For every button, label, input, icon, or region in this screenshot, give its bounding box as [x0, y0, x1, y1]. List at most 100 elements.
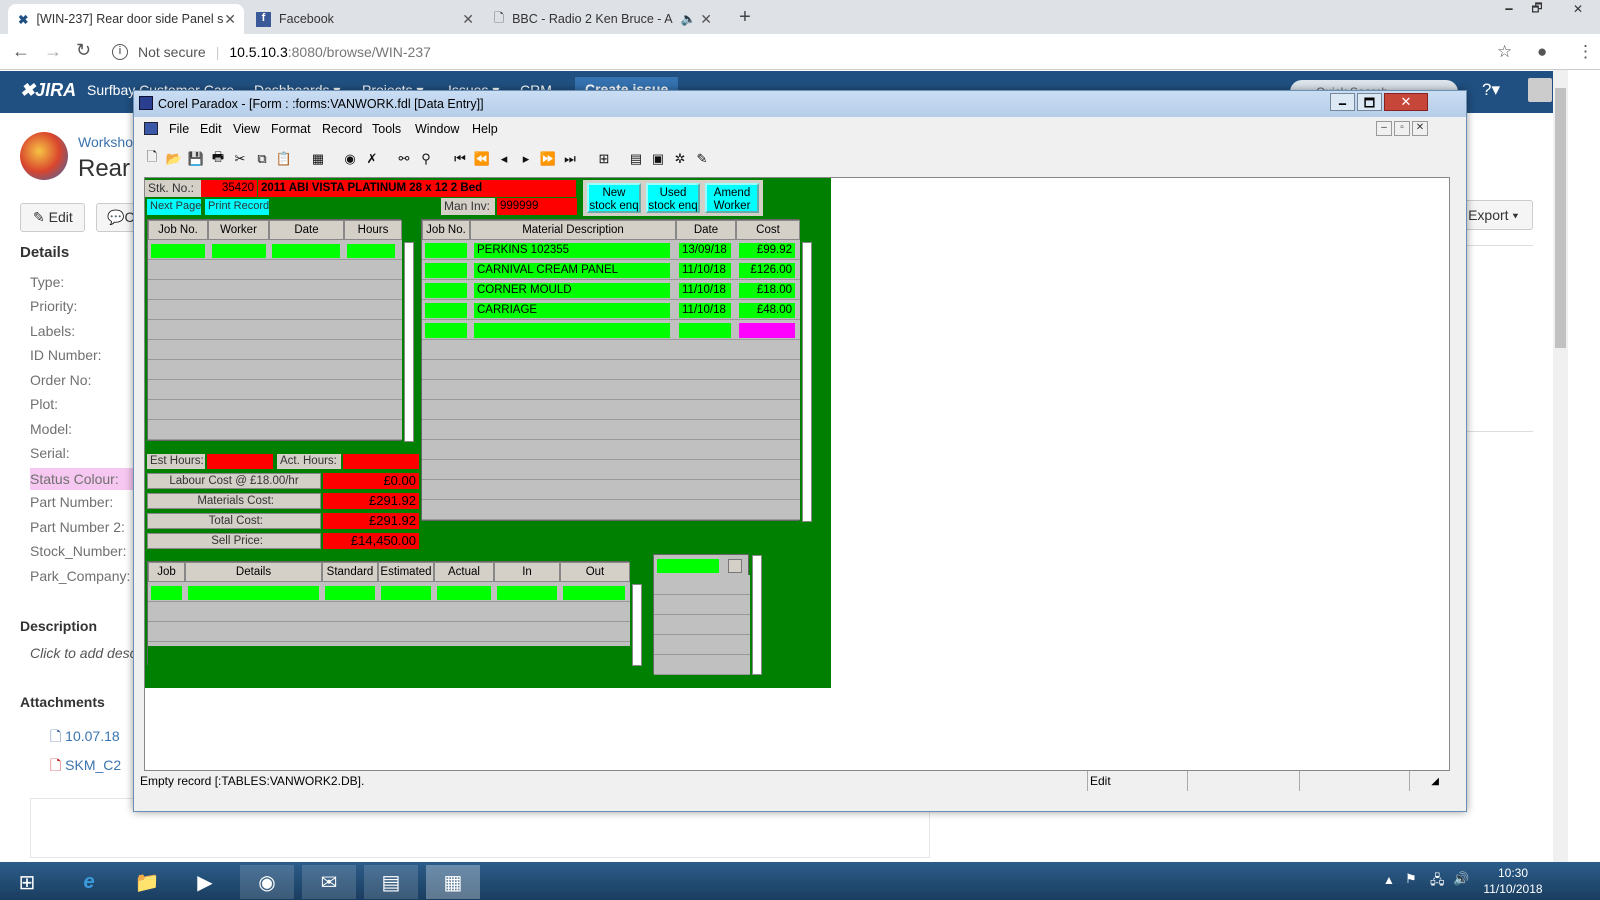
material-date-cell[interactable]: 11/10/18 [679, 263, 731, 278]
paradox-taskbar-icon[interactable]: ▦ [426, 865, 480, 899]
tab-jira[interactable]: ✖ [WIN-237] Rear door side Panel s ✕ [8, 4, 244, 34]
scrollbar-thumb[interactable] [1555, 88, 1566, 348]
first-record-icon[interactable]: ⏮ [450, 149, 470, 169]
minimize-button[interactable]: 🗕 [1330, 93, 1355, 111]
job-standard-input[interactable] [325, 586, 375, 600]
close-button[interactable]: ✕ [1384, 93, 1428, 111]
previous-set-icon[interactable]: ⏪ [472, 149, 492, 169]
attachment-pdf[interactable]: 🗋 SKM_C2 [50, 755, 121, 779]
job-estimated-input[interactable] [381, 586, 431, 600]
labour-scrollbar[interactable] [404, 242, 414, 442]
project-avatar[interactable] [20, 132, 68, 180]
menu-file[interactable]: File [169, 122, 189, 136]
labour-col-worker[interactable]: Worker [208, 220, 269, 240]
design-icon[interactable]: ▦ [308, 149, 328, 169]
close-tab-icon[interactable]: ✕ [224, 11, 236, 28]
omnibox[interactable]: i Not secure | 10.5.10.3:8080/browse/WIN… [112, 39, 1502, 65]
material-job-cell[interactable] [425, 243, 467, 258]
new-icon[interactable]: 🗋 [142, 149, 162, 169]
locate-next-icon[interactable]: ⚲ [416, 149, 436, 169]
copy-icon[interactable]: ⧉ [252, 149, 272, 169]
material-date-cell[interactable]: 11/10/18 [679, 283, 731, 298]
material-job-cell[interactable] [425, 303, 467, 318]
close-window-button[interactable]: ✕ [1560, 0, 1596, 18]
menu-edit[interactable]: Edit [200, 122, 222, 136]
query-icon[interactable]: ▣ [648, 149, 668, 169]
view-data-icon[interactable]: ◉ [340, 149, 360, 169]
child-close-button[interactable]: ✕ [1412, 121, 1428, 136]
material-desc-input[interactable] [474, 323, 670, 338]
filter-icon[interactable]: ⊞ [594, 149, 614, 169]
material-job-cell[interactable] [425, 283, 467, 298]
labour-col-date[interactable]: Date [269, 220, 344, 240]
media-player-icon[interactable]: ▶ [178, 865, 232, 899]
material-date-cell[interactable]: 11/10/18 [679, 303, 731, 318]
outlook-icon[interactable]: ✉ [302, 865, 356, 899]
experts-icon[interactable]: ✲ [670, 149, 690, 169]
menu-tools[interactable]: Tools [372, 122, 401, 136]
form-window-icon[interactable] [144, 122, 158, 135]
material-desc-cell[interactable]: CARNIVAL CREAM PANEL [474, 263, 670, 278]
locate-icon[interactable]: ⚯ [394, 149, 414, 169]
materials-scrollbar[interactable] [802, 242, 812, 522]
cut-icon[interactable]: ✂ [230, 149, 250, 169]
restore-button[interactable]: 🗗 [1524, 0, 1550, 18]
resize-grip-icon[interactable]: ◢ [1409, 771, 1439, 791]
job-col-details[interactable]: Details [185, 562, 322, 582]
material-col-date[interactable]: Date [676, 220, 736, 240]
menu-record[interactable]: Record [322, 122, 362, 136]
print-record-button[interactable]: Print Record [205, 199, 269, 215]
start-button-icon[interactable]: ⊞ [0, 865, 54, 899]
labour-worker-cell[interactable] [212, 244, 266, 258]
labour-date-cell[interactable] [272, 244, 340, 258]
vehicle-description-field[interactable]: 2011 ABI VISTA PLATINUM 28 x 12 2 Bed [258, 180, 576, 197]
new-stock-enq-button[interactable]: New stock enq [587, 183, 641, 213]
material-job-cell[interactable] [425, 263, 467, 278]
labour-cost-field[interactable]: £0.00 [323, 473, 419, 489]
side-scrollbar[interactable] [752, 555, 762, 675]
description-placeholder[interactable]: Click to add desc [30, 645, 137, 661]
material-cost-cell[interactable]: £48.00 [739, 303, 795, 318]
next-page-button[interactable]: Next Page [147, 199, 201, 215]
act-hours-field[interactable] [343, 454, 419, 469]
man-inv-field[interactable]: 999999 [497, 198, 577, 215]
help-icon[interactable]: ?▾ [1482, 80, 1500, 100]
side-checkbox[interactable] [728, 559, 742, 573]
project-link[interactable]: Worksho [78, 134, 133, 150]
back-icon[interactable]: ← [12, 41, 30, 62]
show-hidden-icons[interactable]: ▲ [1383, 873, 1395, 887]
job-actual-input[interactable] [437, 586, 491, 600]
stk-no-field[interactable]: 35420 [201, 180, 257, 197]
highlight-icon[interactable]: ✎ [692, 149, 712, 169]
material-col-job-no[interactable]: Job No. [422, 220, 470, 240]
minimize-button[interactable]: 🗕 [1496, 0, 1522, 18]
child-minimize-button[interactable]: – [1376, 121, 1392, 136]
labour-job-no-cell[interactable] [151, 244, 205, 258]
sage-icon[interactable]: ▤ [364, 865, 418, 899]
menu-format[interactable]: Format [271, 122, 311, 136]
page-scrollbar[interactable] [1553, 70, 1568, 862]
forward-icon[interactable]: → [44, 41, 62, 62]
table-icon[interactable]: ▤ [626, 149, 646, 169]
labour-hours-cell[interactable] [347, 244, 395, 258]
edit-data-icon[interactable]: ✗ [362, 149, 382, 169]
material-date-cell[interactable]: 13/09/18 [679, 243, 731, 258]
material-cost-cell[interactable]: £18.00 [739, 283, 795, 298]
internet-explorer-icon[interactable]: e [62, 865, 116, 899]
amend-worker-button[interactable]: Amend Worker [705, 183, 759, 213]
job-in-input[interactable] [497, 586, 557, 600]
child-restore-button[interactable]: ▫ [1394, 121, 1410, 136]
open-icon[interactable]: 📂 [164, 149, 184, 169]
tab-bbc[interactable]: 🗋 BBC - Radio 2 Ken Bruce - A 🔈 ✕ [484, 4, 720, 34]
material-desc-cell[interactable]: CARRIAGE [474, 303, 670, 318]
material-cost-cell[interactable]: £99.92 [739, 243, 795, 258]
material-cost-cell[interactable]: £126.00 [739, 263, 795, 278]
print-icon[interactable]: 🖶 [208, 149, 228, 169]
menu-view[interactable]: View [233, 122, 260, 136]
profile-icon[interactable]: ● [1537, 42, 1547, 62]
clock-time[interactable]: 10:30 [1480, 866, 1546, 880]
job-col-job[interactable]: Job [148, 562, 185, 582]
total-cost-field[interactable]: £291.92 [323, 513, 419, 529]
used-stock-enq-button[interactable]: Used stock enq [646, 183, 700, 213]
last-record-icon[interactable]: ⏭ [560, 149, 580, 169]
